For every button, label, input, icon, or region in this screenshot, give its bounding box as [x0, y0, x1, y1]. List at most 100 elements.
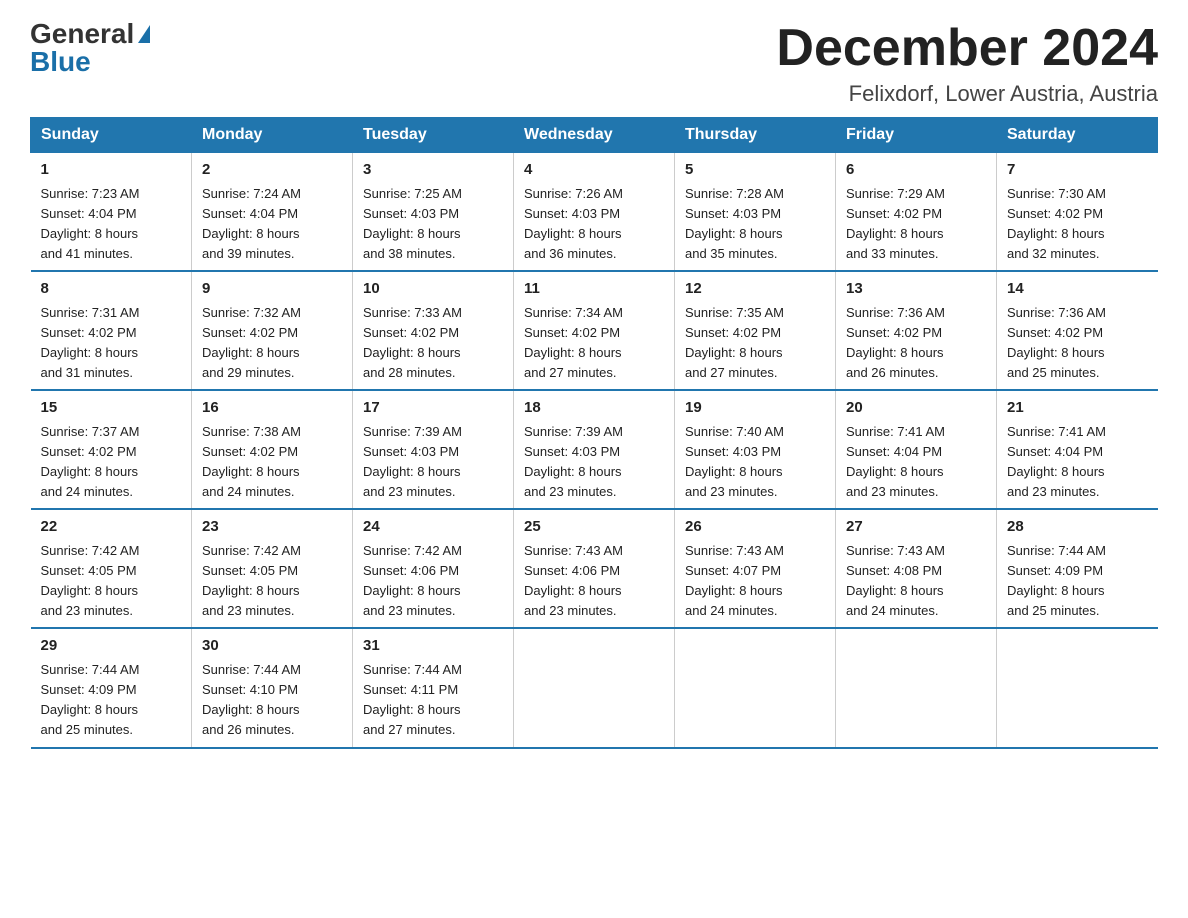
day-info: Sunrise: 7:33 AM Sunset: 4:02 PM Dayligh…	[363, 303, 503, 384]
day-number: 22	[41, 516, 182, 539]
day-info: Sunrise: 7:36 AM Sunset: 4:02 PM Dayligh…	[1007, 303, 1148, 384]
day-number: 6	[846, 159, 986, 182]
day-number: 2	[202, 159, 342, 182]
day-info: Sunrise: 7:26 AM Sunset: 4:03 PM Dayligh…	[524, 184, 664, 265]
day-number: 9	[202, 278, 342, 301]
location-text: Felixdorf, Lower Austria, Austria	[776, 81, 1158, 107]
title-block: December 2024 Felixdorf, Lower Austria, …	[776, 20, 1158, 107]
calendar-cell: 12Sunrise: 7:35 AM Sunset: 4:02 PM Dayli…	[675, 271, 836, 390]
day-info: Sunrise: 7:31 AM Sunset: 4:02 PM Dayligh…	[41, 303, 182, 384]
calendar-week-row: 1Sunrise: 7:23 AM Sunset: 4:04 PM Daylig…	[31, 153, 1158, 272]
day-number: 3	[363, 159, 503, 182]
logo: General Blue	[30, 20, 150, 76]
calendar-cell: 23Sunrise: 7:42 AM Sunset: 4:05 PM Dayli…	[192, 509, 353, 628]
day-number: 16	[202, 397, 342, 420]
weekday-header-monday: Monday	[192, 118, 353, 153]
calendar-cell: 1Sunrise: 7:23 AM Sunset: 4:04 PM Daylig…	[31, 153, 192, 272]
day-info: Sunrise: 7:40 AM Sunset: 4:03 PM Dayligh…	[685, 422, 825, 503]
calendar-cell	[836, 628, 997, 747]
calendar-week-row: 15Sunrise: 7:37 AM Sunset: 4:02 PM Dayli…	[31, 390, 1158, 509]
day-info: Sunrise: 7:42 AM Sunset: 4:06 PM Dayligh…	[363, 541, 503, 622]
calendar-cell: 24Sunrise: 7:42 AM Sunset: 4:06 PM Dayli…	[353, 509, 514, 628]
month-title: December 2024	[776, 20, 1158, 77]
logo-triangle-icon	[138, 25, 150, 43]
calendar-week-row: 29Sunrise: 7:44 AM Sunset: 4:09 PM Dayli…	[31, 628, 1158, 747]
day-info: Sunrise: 7:35 AM Sunset: 4:02 PM Dayligh…	[685, 303, 825, 384]
calendar-table: SundayMondayTuesdayWednesdayThursdayFrid…	[30, 117, 1158, 748]
weekday-header-wednesday: Wednesday	[514, 118, 675, 153]
day-number: 30	[202, 635, 342, 658]
day-info: Sunrise: 7:44 AM Sunset: 4:09 PM Dayligh…	[41, 660, 182, 741]
calendar-cell: 20Sunrise: 7:41 AM Sunset: 4:04 PM Dayli…	[836, 390, 997, 509]
calendar-header: SundayMondayTuesdayWednesdayThursdayFrid…	[31, 118, 1158, 153]
weekday-header-tuesday: Tuesday	[353, 118, 514, 153]
calendar-cell: 13Sunrise: 7:36 AM Sunset: 4:02 PM Dayli…	[836, 271, 997, 390]
calendar-cell: 19Sunrise: 7:40 AM Sunset: 4:03 PM Dayli…	[675, 390, 836, 509]
day-number: 15	[41, 397, 182, 420]
day-number: 21	[1007, 397, 1148, 420]
calendar-cell	[675, 628, 836, 747]
day-info: Sunrise: 7:29 AM Sunset: 4:02 PM Dayligh…	[846, 184, 986, 265]
day-number: 7	[1007, 159, 1148, 182]
calendar-cell: 25Sunrise: 7:43 AM Sunset: 4:06 PM Dayli…	[514, 509, 675, 628]
logo-blue-text: Blue	[30, 48, 91, 76]
day-number: 8	[41, 278, 182, 301]
logo-general-text: General	[30, 20, 134, 48]
day-info: Sunrise: 7:42 AM Sunset: 4:05 PM Dayligh…	[41, 541, 182, 622]
calendar-cell	[514, 628, 675, 747]
weekday-header-saturday: Saturday	[997, 118, 1158, 153]
calendar-cell: 3Sunrise: 7:25 AM Sunset: 4:03 PM Daylig…	[353, 153, 514, 272]
day-number: 19	[685, 397, 825, 420]
calendar-cell: 17Sunrise: 7:39 AM Sunset: 4:03 PM Dayli…	[353, 390, 514, 509]
day-info: Sunrise: 7:42 AM Sunset: 4:05 PM Dayligh…	[202, 541, 342, 622]
calendar-cell: 16Sunrise: 7:38 AM Sunset: 4:02 PM Dayli…	[192, 390, 353, 509]
day-number: 10	[363, 278, 503, 301]
weekday-header-sunday: Sunday	[31, 118, 192, 153]
calendar-cell: 6Sunrise: 7:29 AM Sunset: 4:02 PM Daylig…	[836, 153, 997, 272]
day-number: 1	[41, 159, 182, 182]
calendar-cell: 18Sunrise: 7:39 AM Sunset: 4:03 PM Dayli…	[514, 390, 675, 509]
calendar-cell: 26Sunrise: 7:43 AM Sunset: 4:07 PM Dayli…	[675, 509, 836, 628]
day-info: Sunrise: 7:43 AM Sunset: 4:08 PM Dayligh…	[846, 541, 986, 622]
calendar-cell: 31Sunrise: 7:44 AM Sunset: 4:11 PM Dayli…	[353, 628, 514, 747]
day-number: 24	[363, 516, 503, 539]
calendar-cell: 27Sunrise: 7:43 AM Sunset: 4:08 PM Dayli…	[836, 509, 997, 628]
weekday-header-friday: Friday	[836, 118, 997, 153]
day-info: Sunrise: 7:30 AM Sunset: 4:02 PM Dayligh…	[1007, 184, 1148, 265]
weekday-header-row: SundayMondayTuesdayWednesdayThursdayFrid…	[31, 118, 1158, 153]
calendar-cell: 9Sunrise: 7:32 AM Sunset: 4:02 PM Daylig…	[192, 271, 353, 390]
calendar-week-row: 8Sunrise: 7:31 AM Sunset: 4:02 PM Daylig…	[31, 271, 1158, 390]
day-number: 14	[1007, 278, 1148, 301]
day-number: 28	[1007, 516, 1148, 539]
day-number: 29	[41, 635, 182, 658]
day-info: Sunrise: 7:34 AM Sunset: 4:02 PM Dayligh…	[524, 303, 664, 384]
calendar-cell: 11Sunrise: 7:34 AM Sunset: 4:02 PM Dayli…	[514, 271, 675, 390]
calendar-cell: 28Sunrise: 7:44 AM Sunset: 4:09 PM Dayli…	[997, 509, 1158, 628]
calendar-cell: 4Sunrise: 7:26 AM Sunset: 4:03 PM Daylig…	[514, 153, 675, 272]
day-number: 20	[846, 397, 986, 420]
calendar-cell: 7Sunrise: 7:30 AM Sunset: 4:02 PM Daylig…	[997, 153, 1158, 272]
day-info: Sunrise: 7:41 AM Sunset: 4:04 PM Dayligh…	[846, 422, 986, 503]
day-info: Sunrise: 7:37 AM Sunset: 4:02 PM Dayligh…	[41, 422, 182, 503]
weekday-header-thursday: Thursday	[675, 118, 836, 153]
calendar-cell: 2Sunrise: 7:24 AM Sunset: 4:04 PM Daylig…	[192, 153, 353, 272]
day-number: 25	[524, 516, 664, 539]
day-number: 23	[202, 516, 342, 539]
day-info: Sunrise: 7:36 AM Sunset: 4:02 PM Dayligh…	[846, 303, 986, 384]
calendar-cell: 14Sunrise: 7:36 AM Sunset: 4:02 PM Dayli…	[997, 271, 1158, 390]
day-info: Sunrise: 7:39 AM Sunset: 4:03 PM Dayligh…	[524, 422, 664, 503]
calendar-cell	[997, 628, 1158, 747]
day-number: 26	[685, 516, 825, 539]
day-number: 17	[363, 397, 503, 420]
calendar-cell: 5Sunrise: 7:28 AM Sunset: 4:03 PM Daylig…	[675, 153, 836, 272]
day-number: 11	[524, 278, 664, 301]
day-number: 12	[685, 278, 825, 301]
day-info: Sunrise: 7:44 AM Sunset: 4:11 PM Dayligh…	[363, 660, 503, 741]
day-info: Sunrise: 7:23 AM Sunset: 4:04 PM Dayligh…	[41, 184, 182, 265]
day-info: Sunrise: 7:24 AM Sunset: 4:04 PM Dayligh…	[202, 184, 342, 265]
day-info: Sunrise: 7:41 AM Sunset: 4:04 PM Dayligh…	[1007, 422, 1148, 503]
calendar-cell: 21Sunrise: 7:41 AM Sunset: 4:04 PM Dayli…	[997, 390, 1158, 509]
day-number: 27	[846, 516, 986, 539]
calendar-cell: 22Sunrise: 7:42 AM Sunset: 4:05 PM Dayli…	[31, 509, 192, 628]
day-info: Sunrise: 7:43 AM Sunset: 4:06 PM Dayligh…	[524, 541, 664, 622]
